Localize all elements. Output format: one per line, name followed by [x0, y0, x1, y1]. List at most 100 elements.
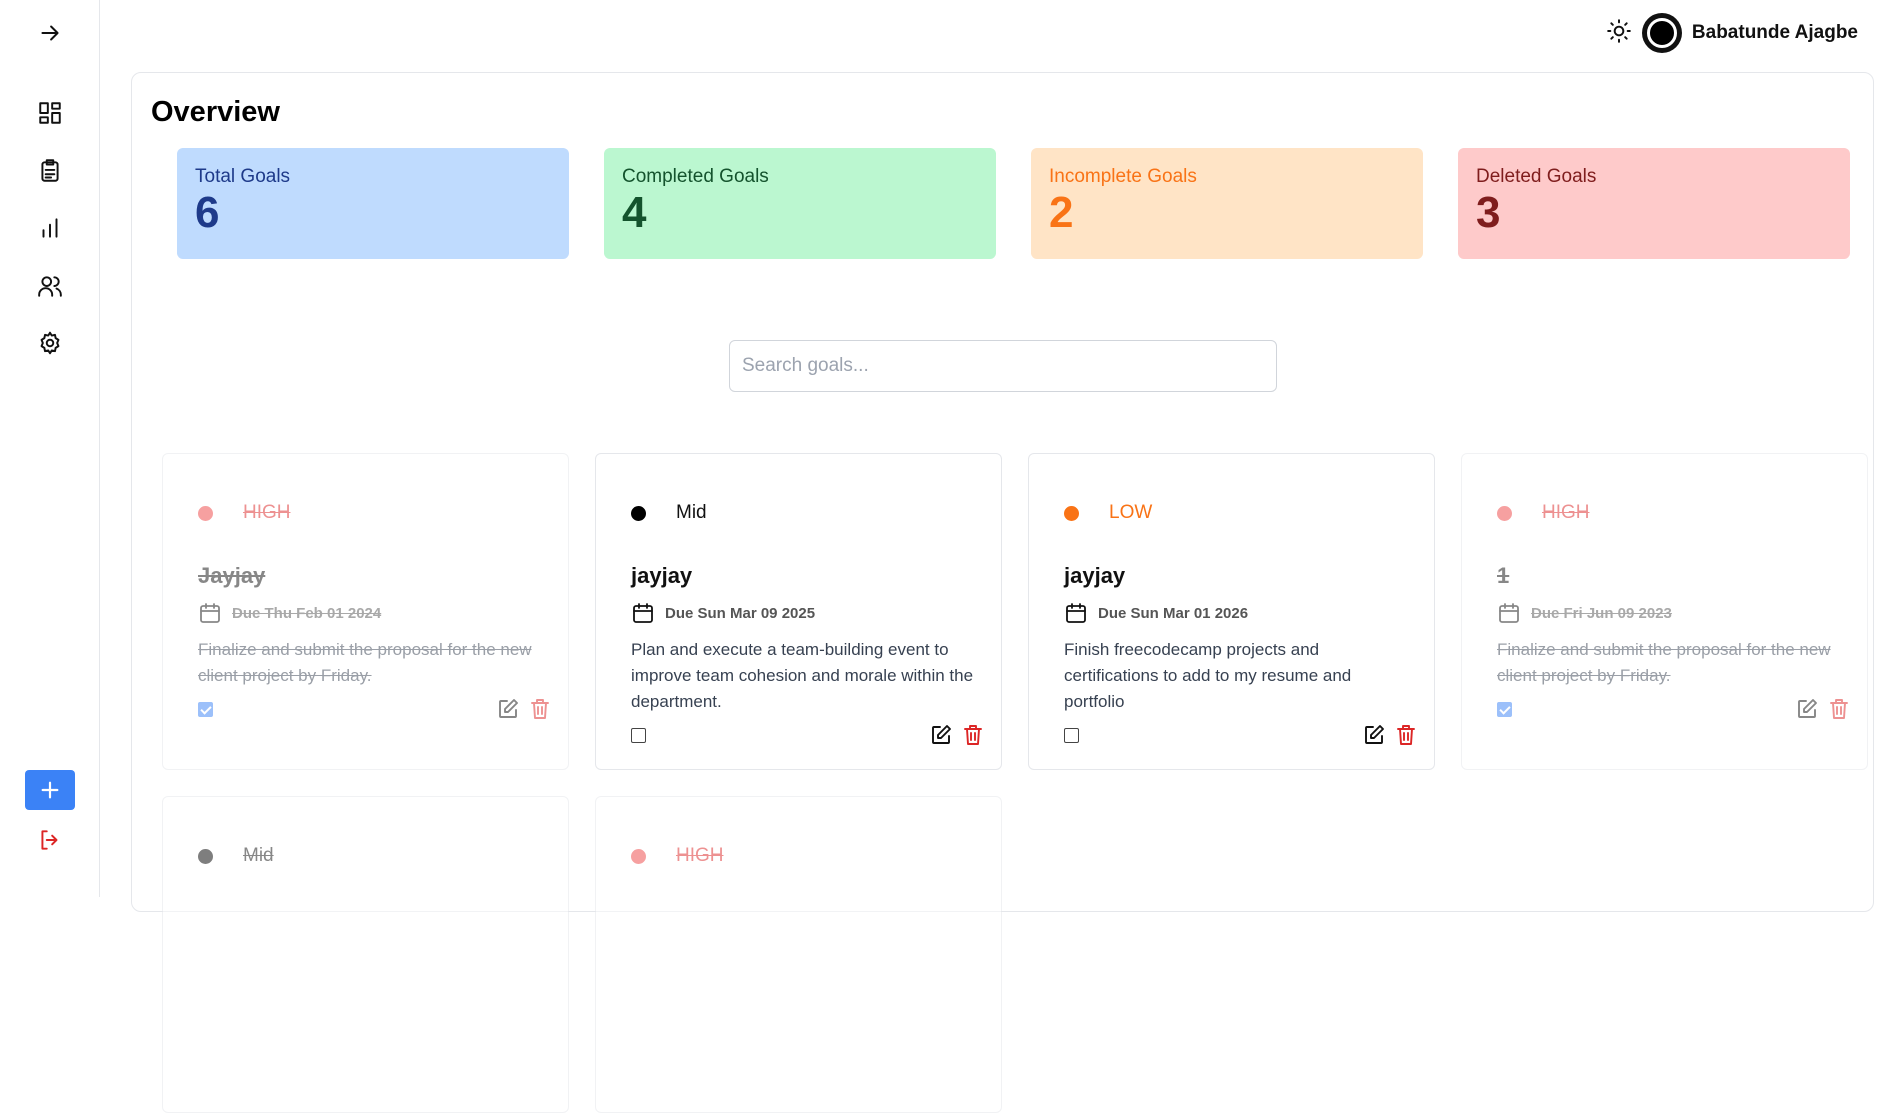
- priority-dot: [198, 848, 213, 864]
- complete-checkbox[interactable]: [1497, 702, 1512, 717]
- goal-title: jayjay: [631, 563, 693, 588]
- priority-label: HIGH: [243, 502, 291, 523]
- priority-indicator: LOW: [1064, 502, 1152, 524]
- search-input[interactable]: [729, 340, 1277, 392]
- card-actions: [1795, 697, 1851, 726]
- due-date: Due Fri Jun 09 2023: [1497, 601, 1672, 625]
- priority-indicator: Mid: [198, 845, 274, 867]
- edit-button[interactable]: [496, 697, 520, 726]
- priority-label: HIGH: [1542, 502, 1590, 523]
- goal-description: Finish freecodecamp projects and certifi…: [1064, 640, 1352, 711]
- stat-value: 6: [195, 188, 220, 237]
- priority-indicator: HIGH: [198, 502, 291, 524]
- delete-button[interactable]: [1827, 697, 1851, 726]
- theme-toggle-button[interactable]: [1606, 18, 1632, 49]
- edit-button[interactable]: [1362, 723, 1386, 752]
- sun-icon: [1607, 18, 1631, 43]
- sidebar-item-analytics[interactable]: [30, 208, 70, 248]
- due-date: Due Thu Feb 01 2024: [198, 601, 381, 625]
- priority-indicator: HIGH: [1497, 502, 1590, 524]
- stat-incomplete-goals: Incomplete Goals 2: [1031, 148, 1423, 259]
- goal-title: jayjay: [1064, 563, 1126, 588]
- dashboard-icon: [39, 102, 61, 124]
- priority-label: HIGH: [676, 845, 724, 866]
- delete-button[interactable]: [961, 723, 985, 752]
- stat-total-goals: Total Goals 6: [177, 148, 569, 259]
- priority-label: LOW: [1109, 502, 1153, 523]
- plus-icon: [41, 781, 59, 799]
- calendar-icon: [1066, 603, 1086, 623]
- sidebar-item-settings[interactable]: [30, 323, 70, 363]
- clipboard-icon: [41, 159, 59, 182]
- goal-title: 1: [1497, 563, 1510, 588]
- page-title: Overview: [151, 96, 280, 128]
- calendar-icon: [200, 603, 220, 623]
- priority-dot: [631, 848, 646, 864]
- stat-value: 2: [1049, 188, 1074, 237]
- stat-label: Total Goals: [195, 166, 291, 187]
- priority-label: Mid: [676, 502, 707, 523]
- complete-checkbox[interactable]: [631, 728, 646, 743]
- goal-description: Plan and execute a team-building event t…: [631, 640, 974, 711]
- arrow-right-icon: [41, 25, 59, 41]
- priority-label: Mid: [243, 845, 274, 866]
- trash-icon: [1830, 699, 1848, 719]
- complete-checkbox[interactable]: [198, 702, 213, 717]
- edit-icon: [1798, 699, 1817, 718]
- delete-button[interactable]: [528, 697, 552, 726]
- due-text: Due Thu Feb 01 2024: [232, 604, 382, 622]
- card-actions: [929, 723, 985, 752]
- goal-description: Finalize and submit the proposal for the…: [1497, 640, 1831, 685]
- card-actions: [1362, 723, 1418, 752]
- user-name[interactable]: Babatunde Ajagbe: [1692, 22, 1858, 44]
- priority-dot: [1497, 505, 1512, 521]
- edit-icon: [1365, 725, 1384, 744]
- topbar: Babatunde Ajagbe: [1606, 12, 1858, 54]
- goal-title: Jayjay: [198, 563, 266, 588]
- due-text: Due Fri Jun 09 2023: [1531, 604, 1672, 622]
- avatar[interactable]: [1641, 13, 1682, 53]
- edit-button[interactable]: [1795, 697, 1819, 726]
- sidebar-item-dashboard[interactable]: [30, 93, 70, 133]
- calendar-icon: [633, 603, 653, 623]
- goal-card: HIGH Jayjay Due Thu Feb 01 2024 Finalize…: [162, 453, 569, 770]
- trash-icon: [964, 725, 982, 745]
- goal-card: Mid: [162, 796, 569, 1113]
- priority-dot: [198, 505, 213, 521]
- trash-icon: [1397, 725, 1415, 745]
- priority-dot: [1064, 505, 1079, 521]
- stat-completed-goals: Completed Goals 4: [604, 148, 996, 259]
- settings-icon: [40, 331, 60, 355]
- sidebar-item-users[interactable]: [30, 266, 70, 306]
- stat-value: 4: [622, 188, 647, 237]
- stat-deleted-goals: Deleted Goals 3: [1458, 148, 1850, 259]
- stat-value: 3: [1476, 188, 1501, 237]
- goal-card: LOW jayjay Due Sun Mar 01 2026 Finish fr…: [1028, 453, 1435, 770]
- due-text: Due Sun Mar 09 2025: [665, 604, 816, 622]
- card-actions: [496, 697, 552, 726]
- due-date: Due Sun Mar 09 2025: [631, 601, 815, 625]
- expand-sidebar-button[interactable]: [30, 13, 70, 53]
- goal-card: Mid jayjay Due Sun Mar 09 2025 Plan and …: [595, 453, 1002, 770]
- sidebar-item-goals[interactable]: [30, 151, 70, 191]
- stat-label: Incomplete Goals: [1049, 166, 1197, 187]
- calendar-icon: [1499, 603, 1519, 623]
- goal-card: HIGH 1 Due Fri Jun 09 2023 Finalize and …: [1461, 453, 1868, 770]
- stat-label: Completed Goals: [622, 166, 769, 187]
- complete-checkbox[interactable]: [1064, 728, 1079, 743]
- stat-label: Deleted Goals: [1476, 166, 1597, 187]
- edit-icon: [932, 725, 951, 744]
- edit-button[interactable]: [929, 723, 953, 752]
- due-text: Due Sun Mar 01 2026: [1098, 604, 1249, 622]
- delete-button[interactable]: [1394, 723, 1418, 752]
- goal-description: Finalize and submit the proposal for the…: [198, 640, 532, 685]
- due-date: Due Sun Mar 01 2026: [1064, 601, 1248, 625]
- logout-icon: [41, 830, 58, 850]
- chart-icon: [42, 218, 58, 238]
- edit-icon: [499, 699, 518, 718]
- goal-card: HIGH: [595, 796, 1002, 1113]
- priority-indicator: HIGH: [631, 845, 724, 867]
- logout-button[interactable]: [30, 820, 70, 860]
- add-goal-button[interactable]: [25, 770, 75, 810]
- sidebar: [0, 0, 100, 897]
